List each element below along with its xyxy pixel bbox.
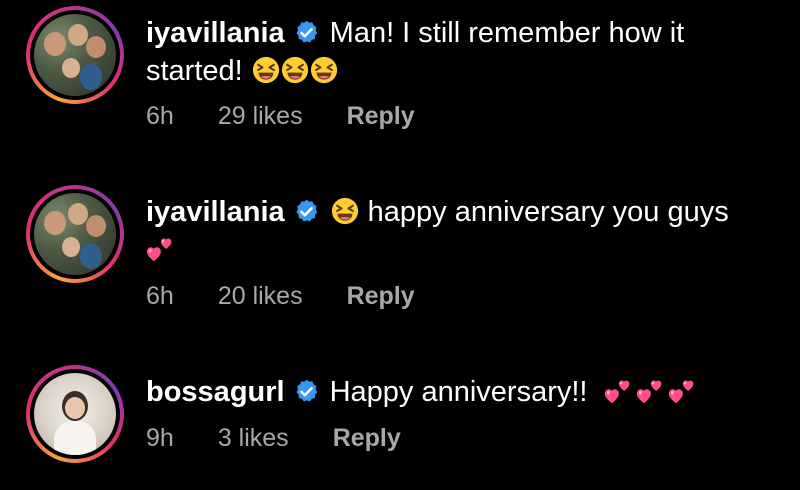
reply-button[interactable]: Reply [347, 282, 415, 311]
two-hearts-icon [668, 377, 696, 405]
comment-time: 6h [146, 102, 174, 130]
username[interactable]: iyavillania [146, 17, 285, 49]
two-hearts-icon [604, 377, 632, 405]
verified-badge-icon [293, 19, 320, 46]
avatar-image [34, 193, 116, 275]
grinning-squinting-face-icon [281, 56, 309, 84]
verified-badge-icon [293, 198, 320, 225]
comment-message: happy anniversary you guys [367, 196, 729, 228]
comment-text: iyavillania happy anniversary you guys [146, 193, 776, 269]
likes-count[interactable]: 3 likes [218, 424, 289, 453]
avatar[interactable] [26, 365, 124, 463]
comment-time: 9h [146, 424, 174, 452]
comment-meta: 6h 20 likes Reply [146, 282, 415, 311]
grinning-squinting-face-icon [310, 56, 338, 84]
verified-badge-icon [293, 378, 320, 405]
two-hearts-icon [636, 377, 664, 405]
avatar-image [34, 373, 116, 455]
avatar-image [34, 14, 116, 96]
grinning-squinting-face-icon [331, 197, 359, 225]
comment-text: bossagurl Happy anniversary!! [146, 373, 776, 411]
avatar[interactable] [26, 6, 124, 104]
avatar[interactable] [26, 185, 124, 283]
reply-button[interactable]: Reply [347, 102, 415, 131]
grinning-squinting-face-icon [252, 56, 280, 84]
likes-count[interactable]: 29 likes [218, 102, 303, 131]
username[interactable]: iyavillania [146, 196, 285, 228]
comment-meta: 9h 3 likes Reply [146, 424, 401, 453]
comment-time: 6h [146, 282, 174, 310]
reply-button[interactable]: Reply [333, 424, 401, 453]
two-hearts-icon [146, 235, 174, 263]
comment-text: iyavillania Man! I still remember how it … [146, 14, 776, 90]
likes-count[interactable]: 20 likes [218, 282, 303, 311]
comment-message: Happy anniversary!! [329, 376, 588, 408]
username[interactable]: bossagurl [146, 376, 285, 408]
comment-meta: 6h 29 likes Reply [146, 102, 415, 131]
